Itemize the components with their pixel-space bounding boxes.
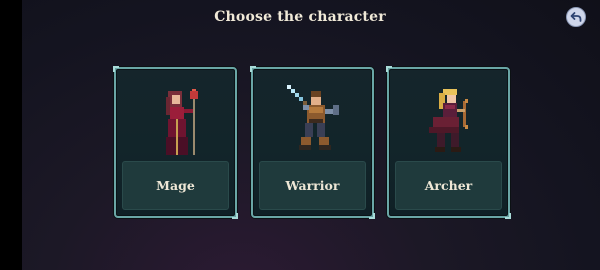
page-title: Choose the character	[214, 9, 386, 25]
mage-sprite	[166, 89, 198, 155]
archer-label-box: Archer	[395, 161, 502, 210]
left-edge-bar	[0, 0, 22, 270]
mage-label: Mage	[156, 178, 195, 193]
warrior-sprite	[287, 85, 339, 150]
mage-label-box: Mage	[122, 161, 229, 210]
back-button[interactable]	[566, 7, 586, 27]
character-card-mage[interactable]: Mage	[113, 66, 238, 219]
warrior-label-box: Warrior	[259, 161, 366, 210]
character-card-archer[interactable]: Archer	[386, 66, 511, 219]
back-arrow-icon	[570, 12, 582, 22]
warrior-label: Warrior	[285, 178, 340, 193]
character-card-warrior[interactable]: Warrior	[250, 66, 375, 219]
archer-label: Archer	[424, 178, 473, 193]
archer-sprite	[429, 89, 468, 152]
